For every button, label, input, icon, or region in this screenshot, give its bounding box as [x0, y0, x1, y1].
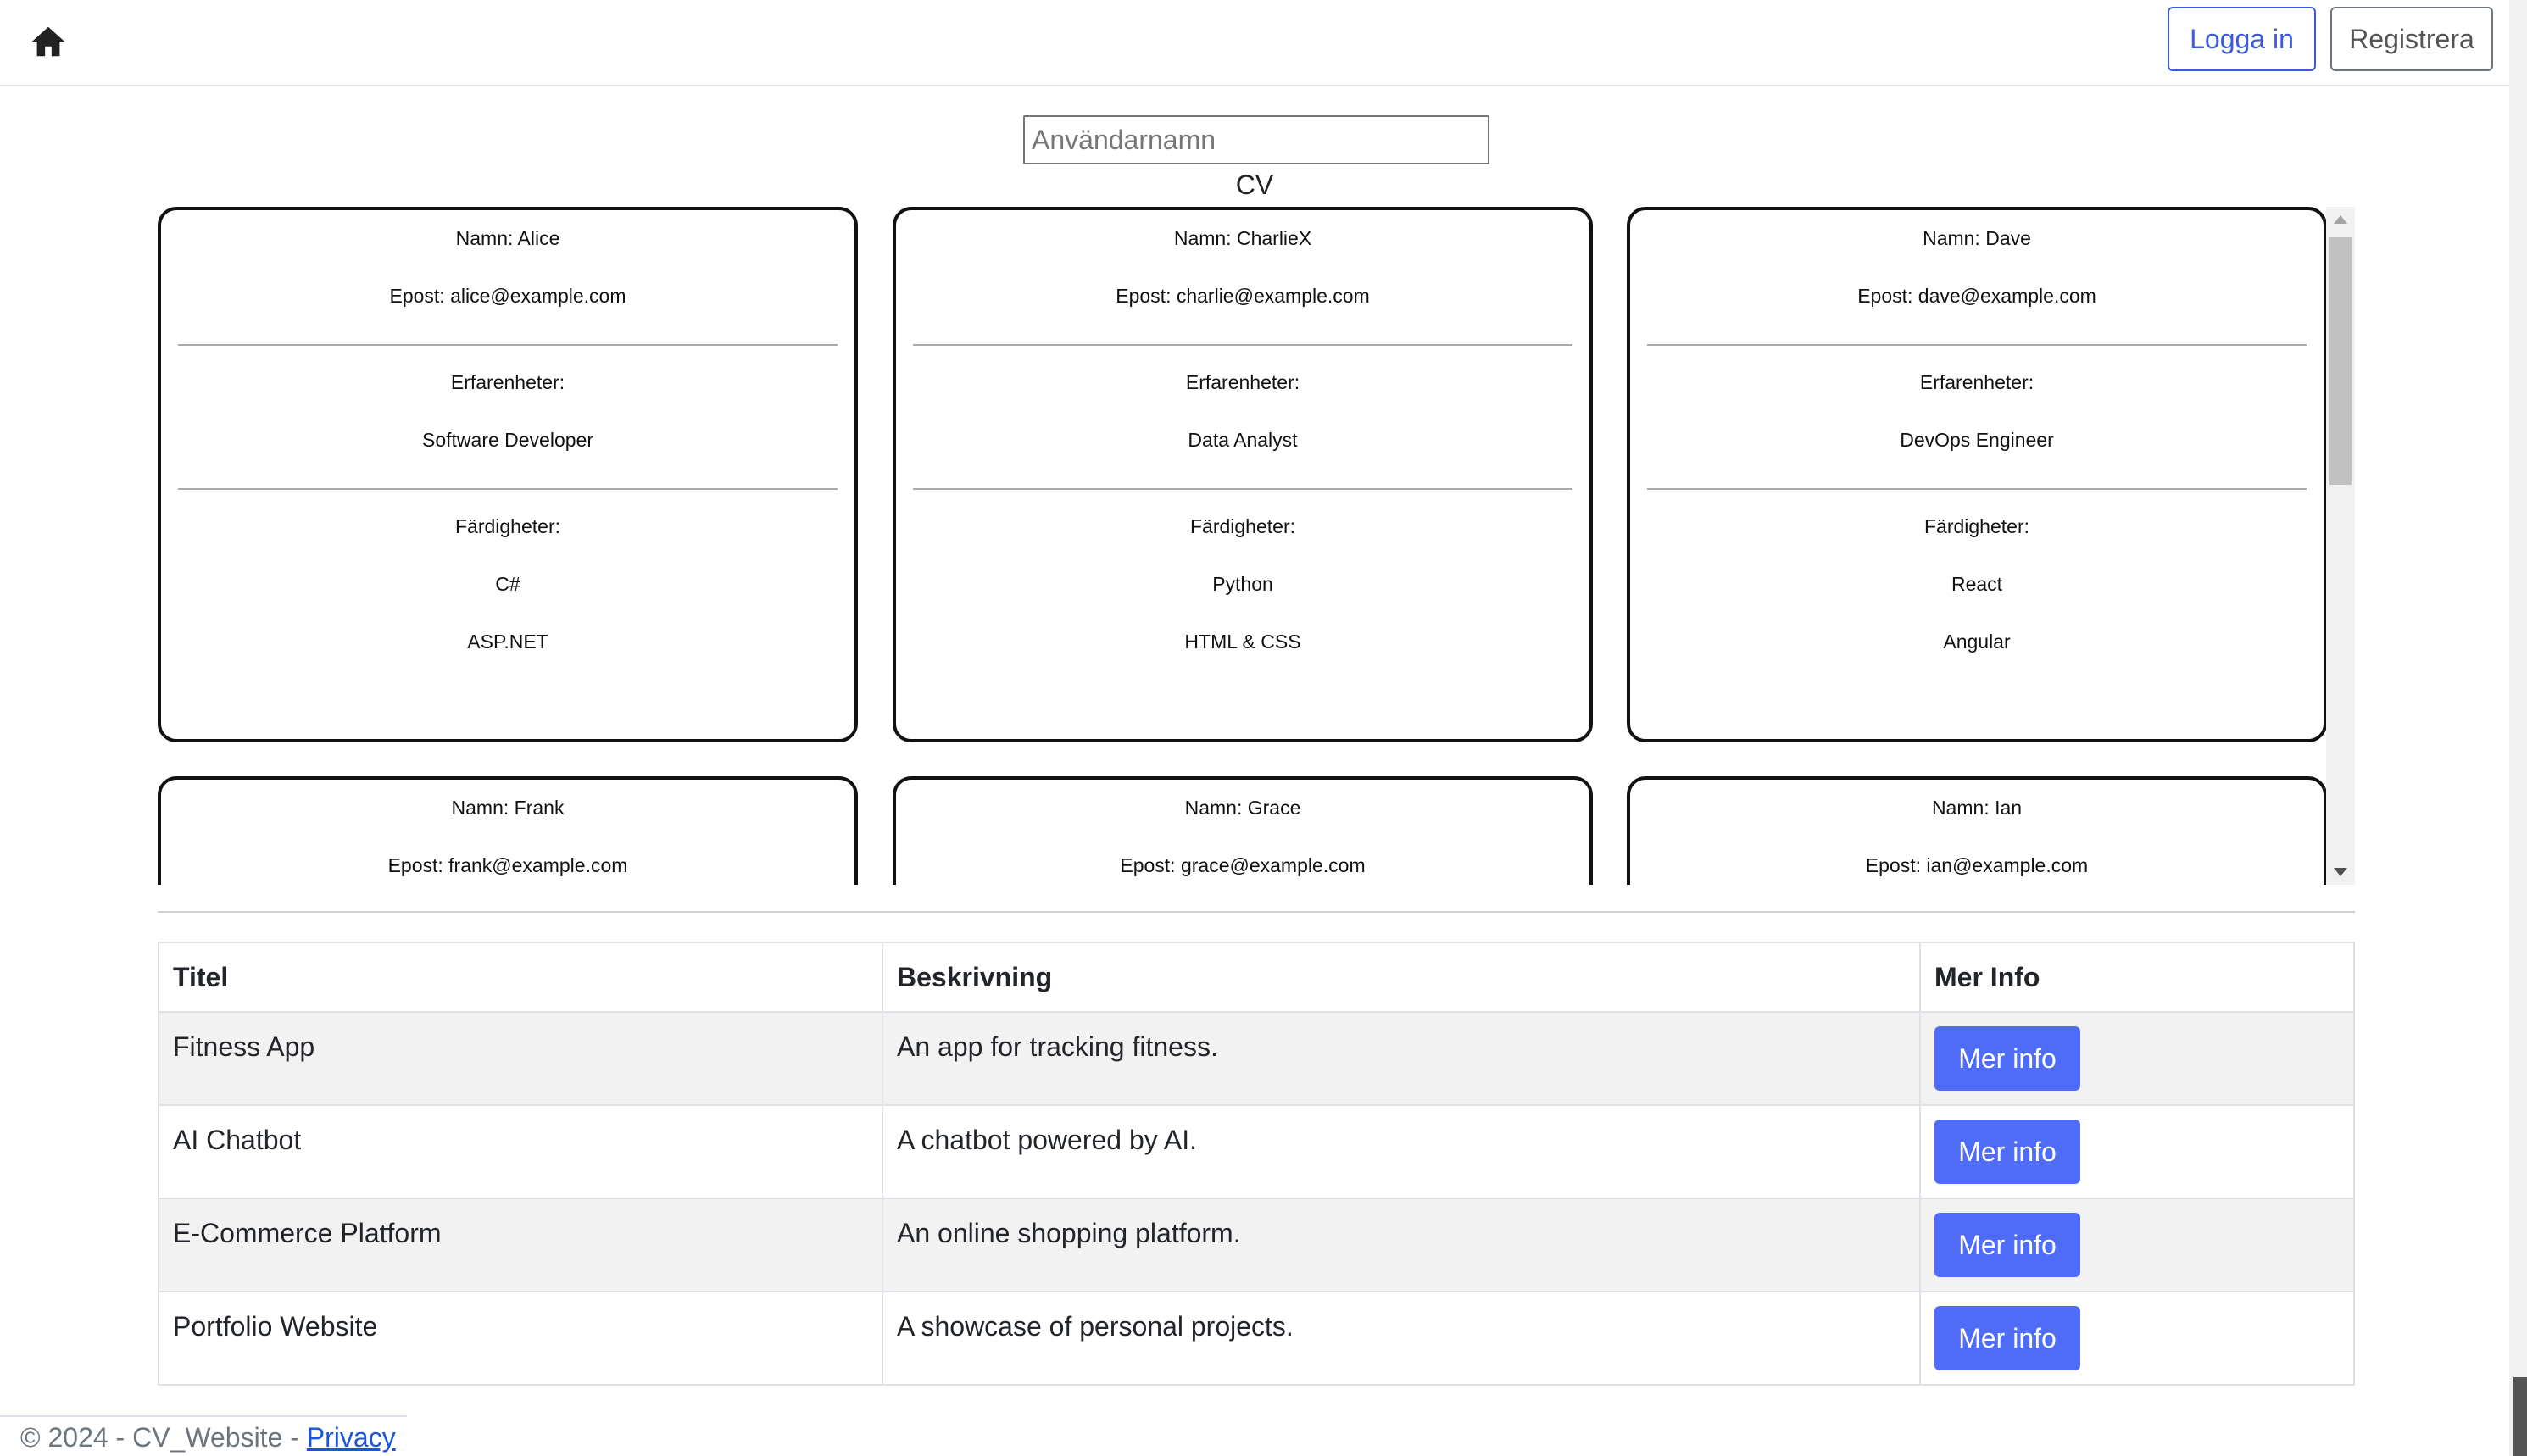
- card-email: Epost: ian@example.com: [1865, 854, 2089, 876]
- card-name: Namn: Alice: [455, 227, 560, 249]
- more-info-cell: Mer info: [1919, 1291, 2355, 1386]
- card-experience-label: Erfarenheter:: [1919, 371, 2034, 393]
- more-info-button[interactable]: Mer info: [1934, 1026, 2080, 1091]
- cv-card-frank: Namn: Frank Epost: frank@example.com: [158, 776, 858, 885]
- cv-section-title: CV: [1235, 169, 1274, 200]
- more-info-cell: Mer info: [1919, 1011, 2355, 1106]
- privacy-link[interactable]: Privacy: [307, 1422, 396, 1453]
- footer: © 2024 - CV_Website - Privacy: [20, 1422, 396, 1453]
- card-divider: [913, 344, 1572, 346]
- column-header-description: Beskrivning: [882, 942, 1921, 1013]
- page-scrollbar-thumb[interactable]: [2513, 1377, 2527, 1456]
- cv-card-grace: Namn: Grace Epost: grace@example.com: [893, 776, 1593, 885]
- table-row: Portfolio Website A showcase of personal…: [158, 1291, 2355, 1386]
- cv-card-alice: Namn: Alice Epost: alice@example.com Erf…: [158, 207, 858, 742]
- card-skill-item: C#: [495, 573, 520, 595]
- table-header-row: Titel Beskrivning Mer Info: [158, 942, 2355, 1013]
- login-button[interactable]: Logga in: [2168, 7, 2316, 71]
- table-row: E-Commerce Platform An online shopping p…: [158, 1198, 2355, 1292]
- card-experience-item: Data Analyst: [1188, 429, 1298, 451]
- card-name: Namn: Frank: [451, 797, 565, 819]
- card-name: Namn: Grace: [1184, 797, 1301, 819]
- card-email: Epost: grace@example.com: [1120, 854, 1366, 876]
- card-name: Namn: Dave: [1923, 227, 2031, 249]
- card-experience-label: Erfarenheter:: [1185, 371, 1300, 393]
- card-divider: [1647, 344, 2307, 346]
- card-skills-label: Färdigheter:: [1923, 515, 2029, 537]
- card-experience-label: Erfarenheter:: [450, 371, 565, 393]
- card-email: Epost: frank@example.com: [387, 854, 628, 876]
- project-description: An app for tracking fitness.: [882, 1011, 1921, 1106]
- project-title: AI Chatbot: [158, 1104, 883, 1199]
- scroll-up-arrow-icon[interactable]: [2334, 215, 2347, 224]
- more-info-cell: Mer info: [1919, 1198, 2355, 1292]
- project-title: E-Commerce Platform: [158, 1198, 883, 1292]
- home-link[interactable]: [29, 22, 68, 61]
- cv-card-ian: Namn: Ian Epost: ian@example.com: [1627, 776, 2327, 885]
- card-name: Namn: Ian: [1931, 797, 2023, 819]
- more-info-button[interactable]: Mer info: [1934, 1120, 2080, 1184]
- cv-card-charliex: Namn: CharlieX Epost: charlie@example.co…: [893, 207, 1593, 742]
- projects-table: Titel Beskrivning Mer Info Fitness App A…: [158, 942, 2355, 1386]
- footer-copyright: © 2024 - CV_Website -: [20, 1422, 307, 1453]
- card-divider: [178, 344, 838, 346]
- home-icon: [31, 26, 65, 57]
- cards-scrollbar-thumb[interactable]: [2329, 237, 2352, 485]
- page-scrollbar[interactable]: [2509, 0, 2527, 1456]
- card-divider: [1647, 488, 2307, 490]
- top-navbar: Logga in Registrera: [0, 0, 2527, 86]
- project-title: Fitness App: [158, 1011, 883, 1106]
- card-skill-item: React: [1951, 573, 2003, 595]
- register-button[interactable]: Registrera: [2330, 7, 2493, 71]
- scroll-down-arrow-icon[interactable]: [2334, 868, 2347, 876]
- card-email: Epost: charlie@example.com: [1116, 285, 1370, 307]
- section-divider: [158, 911, 2355, 913]
- card-skills-label: Färdigheter:: [454, 515, 560, 537]
- card-skill-item: Angular: [1943, 631, 2011, 653]
- project-title: Portfolio Website: [158, 1291, 883, 1386]
- table-row: Fitness App An app for tracking fitness.…: [158, 1011, 2355, 1106]
- footer-divider: [0, 1415, 407, 1417]
- card-divider: [178, 488, 838, 490]
- card-skill-item: ASP.NET: [467, 631, 548, 653]
- project-description: An online shopping platform.: [882, 1198, 1921, 1292]
- card-skill-item: Python: [1212, 573, 1273, 595]
- cv-card-dave: Namn: Dave Epost: dave@example.com Erfar…: [1627, 207, 2327, 742]
- table-row: AI Chatbot A chatbot powered by AI. Mer …: [158, 1104, 2355, 1199]
- card-skills-label: Färdigheter:: [1189, 515, 1295, 537]
- card-divider: [913, 488, 1572, 490]
- column-header-more-info: Mer Info: [1919, 942, 2355, 1013]
- more-info-button[interactable]: Mer info: [1934, 1306, 2080, 1370]
- card-skill-item: HTML & CSS: [1184, 631, 1301, 653]
- card-email: Epost: dave@example.com: [1857, 285, 2096, 307]
- more-info-button[interactable]: Mer info: [1934, 1213, 2080, 1277]
- project-description: A chatbot powered by AI.: [882, 1104, 1921, 1199]
- cards-scrollbar[interactable]: [2326, 207, 2355, 885]
- card-name: Namn: CharlieX: [1173, 227, 1312, 249]
- cv-cards-scroll-area[interactable]: Namn: Alice Epost: alice@example.com Erf…: [158, 207, 2355, 885]
- column-header-title: Titel: [158, 942, 883, 1013]
- card-email: Epost: alice@example.com: [389, 285, 626, 307]
- more-info-cell: Mer info: [1919, 1104, 2355, 1199]
- card-experience-item: Software Developer: [422, 429, 593, 451]
- username-search-input[interactable]: [1023, 115, 1489, 164]
- project-description: A showcase of personal projects.: [882, 1291, 1921, 1386]
- card-experience-item: DevOps Engineer: [1900, 429, 2054, 451]
